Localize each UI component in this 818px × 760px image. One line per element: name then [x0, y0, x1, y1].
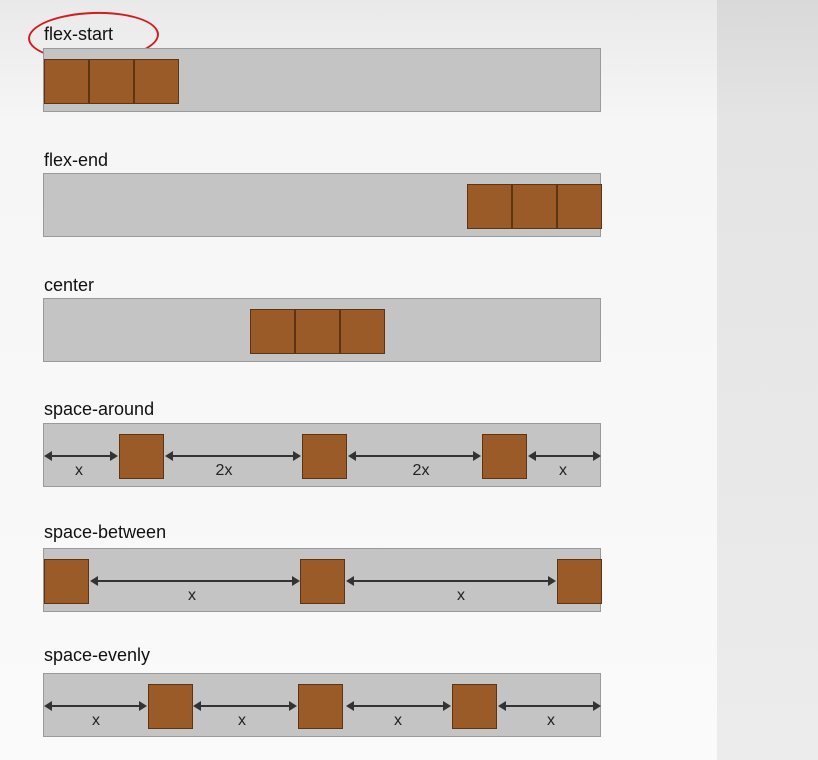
flex-end-container: [43, 173, 602, 237]
space-around-label: space-around: [44, 399, 155, 419]
flex-item: [482, 434, 527, 479]
flex-item: [300, 559, 345, 604]
gap-arrow: [44, 701, 147, 711]
flex-item: [295, 309, 340, 354]
flex-item: [557, 559, 602, 604]
flex-item: [44, 559, 89, 604]
gap-label: x: [188, 587, 196, 604]
flex-item: [89, 59, 134, 104]
gap-arrow: [498, 701, 601, 711]
flex-item: [134, 59, 179, 104]
flex-item: [119, 434, 164, 479]
flex-start-container: [43, 48, 601, 112]
space-between-label: space-between: [44, 522, 167, 542]
flex-item: [250, 309, 295, 354]
gap-arrow: [165, 451, 301, 461]
gap-arrow: [44, 451, 118, 461]
space-evenly-label: space-evenly: [44, 645, 151, 665]
gap-arrow: [193, 701, 297, 711]
flex-item: [148, 684, 193, 729]
gap-label: x: [559, 462, 567, 479]
gap-label: x: [75, 462, 83, 479]
flex-item: [467, 184, 512, 229]
gap-label: 2x: [412, 462, 430, 479]
flex-item: [44, 59, 89, 104]
center-label: center: [44, 275, 95, 295]
gap-label: x: [547, 712, 555, 729]
gap-arrow: [346, 576, 556, 586]
gap-label: x: [394, 712, 402, 729]
right-side-panel: [717, 0, 818, 760]
gap-label: x: [238, 712, 246, 729]
gap-arrow: [90, 576, 300, 586]
gap-label: 2x: [215, 462, 233, 479]
flex-item: [302, 434, 347, 479]
flex-end-label: flex-end: [44, 150, 109, 170]
space-evenly-container: x x x x: [43, 673, 601, 737]
gap-arrow: [348, 451, 481, 461]
flex-item: [452, 684, 497, 729]
center-container: [43, 298, 601, 362]
space-between-container: x x: [43, 548, 602, 612]
gap-arrow: [346, 701, 451, 711]
space-around-container: x 2x 2x x: [43, 423, 601, 487]
gap-arrow: [528, 451, 601, 461]
flex-item: [557, 184, 602, 229]
flex-item: [298, 684, 343, 729]
flex-item: [512, 184, 557, 229]
gap-label: x: [457, 587, 465, 604]
flex-item: [340, 309, 385, 354]
gap-label: x: [92, 712, 100, 729]
